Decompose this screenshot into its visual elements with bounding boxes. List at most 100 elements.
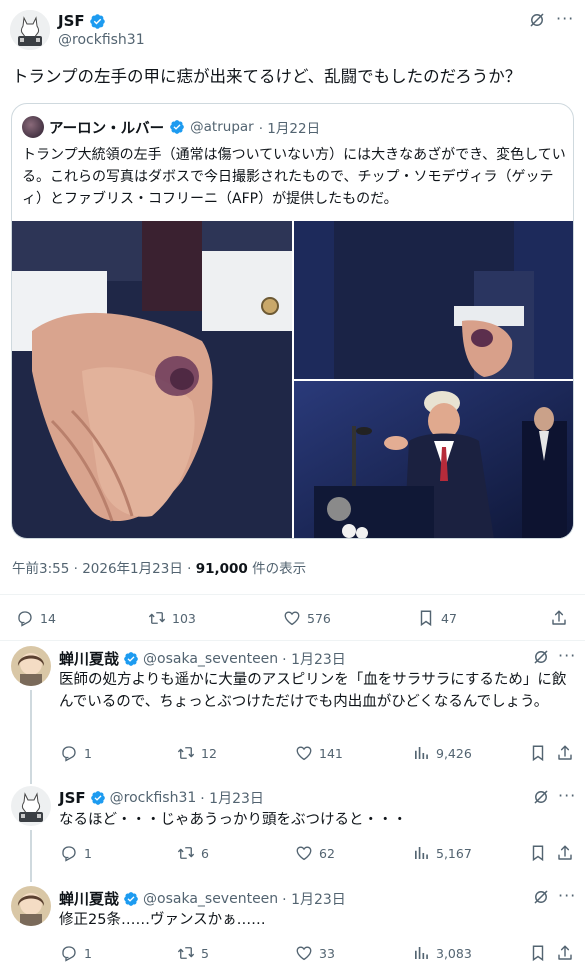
reply-button[interactable]: 1 xyxy=(60,744,92,762)
verified-icon xyxy=(89,13,106,30)
views-count: 9,426 xyxy=(436,745,472,761)
views-icon xyxy=(412,944,430,962)
bookmark-button[interactable] xyxy=(529,844,547,862)
grok-icon[interactable] xyxy=(532,648,550,670)
grok-icon[interactable] xyxy=(528,11,546,33)
main-tweet-views: 91,000 xyxy=(195,561,248,577)
like-count: 141 xyxy=(319,745,343,761)
share-button[interactable] xyxy=(556,744,574,762)
reply-icon xyxy=(16,609,34,627)
share-button[interactable] xyxy=(550,609,568,627)
like-button[interactable]: 62 xyxy=(295,844,335,862)
more-options-icon[interactable]: ··· xyxy=(558,786,576,805)
share-icon xyxy=(556,744,574,762)
reply-text: なるほど・・・じゃあうっかり頭をぶつけると・・・ xyxy=(59,812,407,828)
share-icon xyxy=(550,609,568,627)
avatar-reply-3[interactable] xyxy=(11,886,51,926)
retweet-button[interactable]: 5 xyxy=(177,944,209,962)
reply-button[interactable]: 14 xyxy=(16,609,56,627)
reply-button[interactable]: 1 xyxy=(60,944,92,962)
reply-text: 修正25条……ヴァンスかぁ…… xyxy=(59,912,266,928)
divider xyxy=(0,640,585,641)
quoted-photo-large[interactable] xyxy=(12,221,292,538)
like-icon xyxy=(295,944,313,962)
reply-button[interactable]: 1 xyxy=(60,844,92,862)
views-button[interactable]: 9,426 xyxy=(412,744,472,762)
grok-icon[interactable] xyxy=(532,788,550,810)
retweet-count: 6 xyxy=(201,845,209,861)
reply-count: 1 xyxy=(84,845,92,861)
bookmark-button[interactable] xyxy=(529,744,547,762)
avatar-reply-1[interactable] xyxy=(11,646,51,686)
views-icon xyxy=(412,844,430,862)
quoted-photo-bottom-right[interactable] xyxy=(294,381,573,538)
like-count: 33 xyxy=(319,945,335,961)
like-count: 62 xyxy=(319,845,335,861)
main-author-handle[interactable]: @rockfish31 xyxy=(58,32,145,48)
like-icon xyxy=(295,744,313,762)
retweet-count: 5 xyxy=(201,945,209,961)
main-author[interactable]: JSF xyxy=(58,12,106,30)
like-icon xyxy=(283,609,301,627)
more-options-icon[interactable]: ··· xyxy=(558,886,576,905)
like-button[interactable]: 141 xyxy=(295,744,343,762)
bookmark-icon xyxy=(529,744,547,762)
reply-date[interactable]: · 1月23日 xyxy=(282,889,346,909)
quoted-photo-top-right[interactable] xyxy=(294,221,573,379)
avatar-main[interactable] xyxy=(10,10,50,50)
bookmark-button[interactable] xyxy=(529,944,547,962)
thread-line xyxy=(30,830,32,882)
verified-icon xyxy=(123,651,139,667)
share-button[interactable] xyxy=(556,844,574,862)
views-button[interactable]: 3,083 xyxy=(412,944,472,962)
bookmark-icon xyxy=(529,944,547,962)
bookmark-icon xyxy=(417,609,435,627)
like-icon xyxy=(295,844,313,862)
like-button[interactable]: 33 xyxy=(295,944,335,962)
retweet-icon xyxy=(177,944,195,962)
reply-date[interactable]: · 1月23日 xyxy=(282,649,346,669)
retweet-button[interactable]: 103 xyxy=(148,609,196,627)
quoted-avatar xyxy=(22,116,44,138)
more-options-icon[interactable]: ··· xyxy=(558,646,576,665)
reply-author-name[interactable]: 蝉川夏哉 xyxy=(59,648,119,669)
thread-line xyxy=(30,690,32,784)
quoted-tweet-text: トランプ大統領の左手（通常は傷ついていない方）には大きなあざができ、変色している… xyxy=(22,147,566,207)
retweet-icon xyxy=(177,744,195,762)
like-button[interactable]: 576 xyxy=(283,609,331,627)
more-options-icon[interactable]: ··· xyxy=(556,9,574,28)
reply-count: 14 xyxy=(40,610,56,626)
retweet-button[interactable]: 12 xyxy=(177,744,217,762)
bookmark-count: 47 xyxy=(441,610,457,626)
reply-1-header: 蝉川夏哉 @osaka_seventeen · 1月23日 xyxy=(59,648,346,669)
avatar-reply-2[interactable] xyxy=(11,786,51,826)
reply-icon xyxy=(60,944,78,962)
reply-author-handle[interactable]: @osaka_seventeen xyxy=(143,651,278,667)
quoted-date: · 1月22日 xyxy=(258,121,321,137)
bookmark-icon xyxy=(529,844,547,862)
bookmark-button[interactable]: 47 xyxy=(417,609,457,627)
reply-date[interactable]: · 1月23日 xyxy=(200,788,264,808)
reply-2-header: JSF @rockfish31 · 1月23日 xyxy=(59,788,264,808)
views-count: 3,083 xyxy=(436,945,472,961)
grok-icon[interactable] xyxy=(532,888,550,910)
quoted-author-name: アーロン・ルバー xyxy=(49,120,165,137)
retweet-button[interactable]: 6 xyxy=(177,844,209,862)
views-button[interactable]: 5,167 xyxy=(412,844,472,862)
main-author-name[interactable]: JSF xyxy=(58,12,85,30)
quoted-tweet[interactable]: アーロン・ルバー @atrupar · 1月22日 トランプ大統領の左手（通常は… xyxy=(11,103,574,539)
share-icon xyxy=(556,944,574,962)
reply-text: 医師の処方よりも遥かに大量のアスピリンを「血をサラサラにするため」に飲んでいるの… xyxy=(59,672,567,710)
reply-author-name[interactable]: 蝉川夏哉 xyxy=(59,888,119,909)
reply-icon xyxy=(60,744,78,762)
reply-author-handle[interactable]: @rockfish31 xyxy=(110,790,197,806)
main-tweet-time[interactable]: 午前3:55 · 2026年1月23日 · xyxy=(12,561,196,577)
reply-author-name[interactable]: JSF xyxy=(59,789,86,807)
reply-author-handle[interactable]: @osaka_seventeen xyxy=(143,891,278,907)
views-icon xyxy=(412,744,430,762)
reply-count: 1 xyxy=(84,745,92,761)
like-count: 576 xyxy=(307,610,331,626)
quoted-author-handle: @atrupar xyxy=(190,119,254,135)
share-button[interactable] xyxy=(556,944,574,962)
reply-icon xyxy=(60,844,78,862)
